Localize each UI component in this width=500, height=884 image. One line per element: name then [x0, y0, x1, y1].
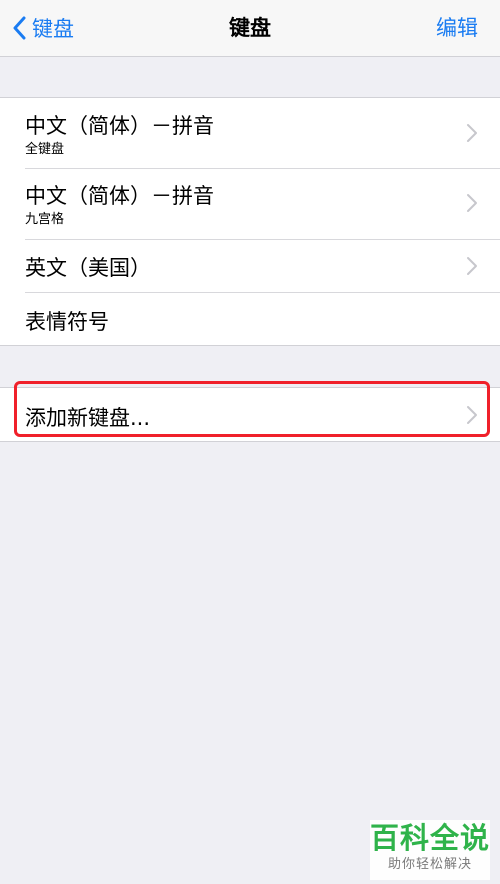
keyboard-item-subtitle: 全键盘	[25, 142, 65, 157]
navigation-bar: 键盘 键盘 编辑	[0, 0, 500, 57]
watermark-logo: 百科全说 助你轻松解决	[370, 820, 490, 880]
keyboard-item-english-us[interactable]: 英文（美国）	[0, 239, 500, 292]
edit-button[interactable]: 编辑	[436, 12, 478, 44]
keyboard-item-title: 中文（简体）－拼音	[25, 184, 214, 208]
chevron-right-icon	[467, 124, 477, 142]
keyboards-list: 中文（简体）－拼音 全键盘 中文（简体）－拼音 九宫格 英文（美国） 表情符号	[0, 97, 500, 346]
page-title: 键盘	[229, 16, 271, 40]
chevron-right-icon	[467, 194, 477, 212]
keyboard-item-title: 中文（简体）－拼音	[25, 114, 214, 138]
watermark-title: 百科全说	[370, 821, 491, 855]
watermark-subtitle: 助你轻松解决	[387, 857, 472, 872]
chevron-right-icon	[467, 406, 477, 424]
add-keyboard-label: 添加新键盘...	[25, 406, 151, 430]
keyboard-item-title: 表情符号	[25, 310, 109, 334]
keyboard-item-title: 英文（美国）	[25, 256, 151, 280]
keyboard-item-emoji[interactable]: 表情符号	[0, 292, 500, 345]
keyboard-item-chinese-pinyin-full[interactable]: 中文（简体）－拼音 全键盘	[0, 98, 500, 168]
add-keyboard-button[interactable]: 添加新键盘...	[0, 388, 500, 441]
keyboard-item-subtitle: 九宫格	[25, 212, 65, 227]
chevron-right-icon	[467, 257, 477, 275]
keyboard-item-chinese-pinyin-9key[interactable]: 中文（简体）－拼音 九宫格	[0, 168, 500, 239]
add-keyboard-group: 添加新键盘...	[0, 387, 500, 442]
